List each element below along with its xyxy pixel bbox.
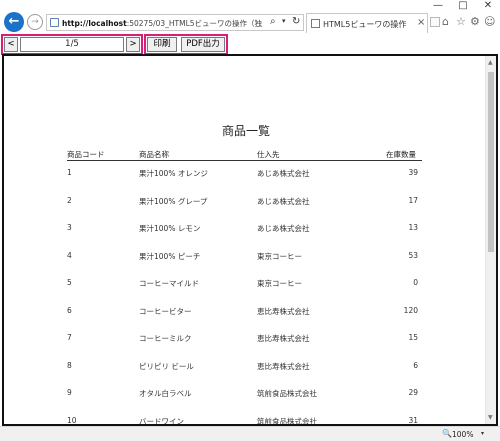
report-title: 商品一覧 <box>221 124 270 138</box>
search-icon[interactable]: ⌕ <box>270 16 276 27</box>
vertical-scrollbar[interactable]: ▲ ▼ <box>485 56 496 424</box>
browser-tab[interactable]: HTML5ビューワの操作 × <box>306 13 428 33</box>
cell-code: 8 <box>67 360 72 370</box>
chevron-down-icon[interactable]: ▾ <box>282 17 286 25</box>
address-bar[interactable]: http://localhost:50275/03_HTML5ビューワの操作（独… <box>46 14 304 31</box>
favorites-star-icon[interactable]: ☆ <box>456 15 466 28</box>
cell-name: 果汁100% ピーチ <box>139 251 201 261</box>
browser-titlebar: ← → http://localhost:50275/03_HTML5ビューワの… <box>0 0 500 38</box>
close-icon[interactable]: × <box>417 17 425 28</box>
print-button[interactable]: 印刷 <box>147 37 177 52</box>
cell-supplier: 筑前食品株式会社 <box>257 416 317 426</box>
cell-code: 10 <box>67 415 77 425</box>
header-divider <box>67 160 422 161</box>
scroll-down-icon[interactable]: ▼ <box>488 414 493 421</box>
maximize-icon[interactable]: □ <box>451 0 475 14</box>
url-path: :50275/03_HTML5ビューワの操作（独自のボタンを使 <box>126 19 262 28</box>
cell-stock: 17 <box>408 195 418 205</box>
status-bar: 🔍 100% ▾ <box>0 426 500 441</box>
cell-stock: 53 <box>408 250 418 260</box>
cell-name: 果汁100% レモン <box>139 224 201 233</box>
cell-name: コーヒービター <box>139 306 192 316</box>
new-tab-button[interactable] <box>430 17 440 27</box>
zoom-chevron-down-icon[interactable]: ▾ <box>481 430 484 437</box>
pdf-export-button[interactable]: PDF出力 <box>181 37 225 52</box>
home-icon[interactable]: ⌂ <box>442 15 449 28</box>
cell-name: コーヒーマイルド <box>139 279 199 288</box>
cell-code: 3 <box>67 223 72 232</box>
cell-stock: 29 <box>408 388 418 397</box>
scrollbar-thumb[interactable] <box>488 72 494 252</box>
cell-stock: 13 <box>408 223 418 232</box>
scroll-up-icon[interactable]: ▲ <box>488 59 493 66</box>
cell-name: 果汁100% オレンジ <box>139 169 208 178</box>
cell-stock: 15 <box>408 333 418 342</box>
cell-stock: 39 <box>408 168 418 177</box>
prev-page-button[interactable]: < <box>4 37 18 52</box>
minimize-icon[interactable]: — <box>426 0 450 14</box>
cell-supplier: あじあ株式会社 <box>257 224 310 233</box>
cell-code: 7 <box>67 333 72 342</box>
settings-gear-icon[interactable]: ⚙ <box>470 15 480 28</box>
cell-supplier: 東京コーヒー <box>257 251 302 261</box>
cell-code: 6 <box>67 305 72 315</box>
column-header-code: 商品コード <box>67 150 105 159</box>
page-favicon-icon <box>50 18 59 27</box>
zoom-level[interactable]: 100% <box>452 430 473 439</box>
forward-arrow-icon[interactable]: → <box>27 14 43 30</box>
cell-stock: 0 <box>413 278 418 287</box>
refresh-icon[interactable]: ↻ <box>292 16 300 27</box>
cell-name: ピリピリ ビール <box>139 361 194 371</box>
cell-code: 1 <box>67 168 72 177</box>
column-header-stock: 在庫数量 <box>386 150 416 159</box>
cell-supplier: 恵比寿株式会社 <box>257 334 310 343</box>
next-page-button[interactable]: > <box>126 37 140 52</box>
cell-supplier: 東京コーヒー <box>257 279 302 288</box>
cell-supplier: あじあ株式会社 <box>257 196 310 206</box>
window-close-icon[interactable]: ✕ <box>476 0 500 14</box>
cell-code: 9 <box>67 388 72 397</box>
page-number-input[interactable]: 1/5 <box>20 37 124 52</box>
cell-supplier: 恵比寿株式会社 <box>257 361 310 371</box>
cell-name: コーヒーミルク <box>139 334 192 343</box>
column-header-supplier: 仕入先 <box>257 150 280 159</box>
cell-stock: 6 <box>413 360 418 370</box>
report-viewer[interactable]: 商品一覧 商品コード 商品名称 仕入先 在庫数量 1 果汁100% オレンジ あじあ… <box>2 54 498 426</box>
smiley-feedback-icon[interactable]: ☺ <box>484 15 495 28</box>
cell-supplier: 筑前食品株式会社 <box>257 389 317 398</box>
cell-name: 果汁100% グレープ <box>139 196 208 206</box>
cell-stock: 120 <box>403 305 418 315</box>
cell-supplier: あじあ株式会社 <box>257 169 310 178</box>
cell-name: オタル白ラベル <box>139 389 192 398</box>
zoom-magnifier-icon[interactable]: 🔍 <box>442 429 452 438</box>
cell-code: 2 <box>67 195 72 205</box>
cell-code: 4 <box>67 250 72 260</box>
cell-name: バードワイン <box>139 416 184 426</box>
cell-code: 5 <box>67 278 72 287</box>
cell-stock: 31 <box>408 415 418 425</box>
tab-favicon-icon <box>311 19 320 28</box>
cell-supplier: 恵比寿株式会社 <box>257 306 310 316</box>
column-header-name: 商品名称 <box>139 150 169 159</box>
address-url[interactable]: http://localhost:50275/03_HTML5ビューワの操作（独… <box>62 18 262 29</box>
tab-title: HTML5ビューワの操作 <box>323 20 407 29</box>
back-arrow-icon[interactable]: ← <box>4 12 24 32</box>
url-host: http://localhost <box>62 19 127 28</box>
